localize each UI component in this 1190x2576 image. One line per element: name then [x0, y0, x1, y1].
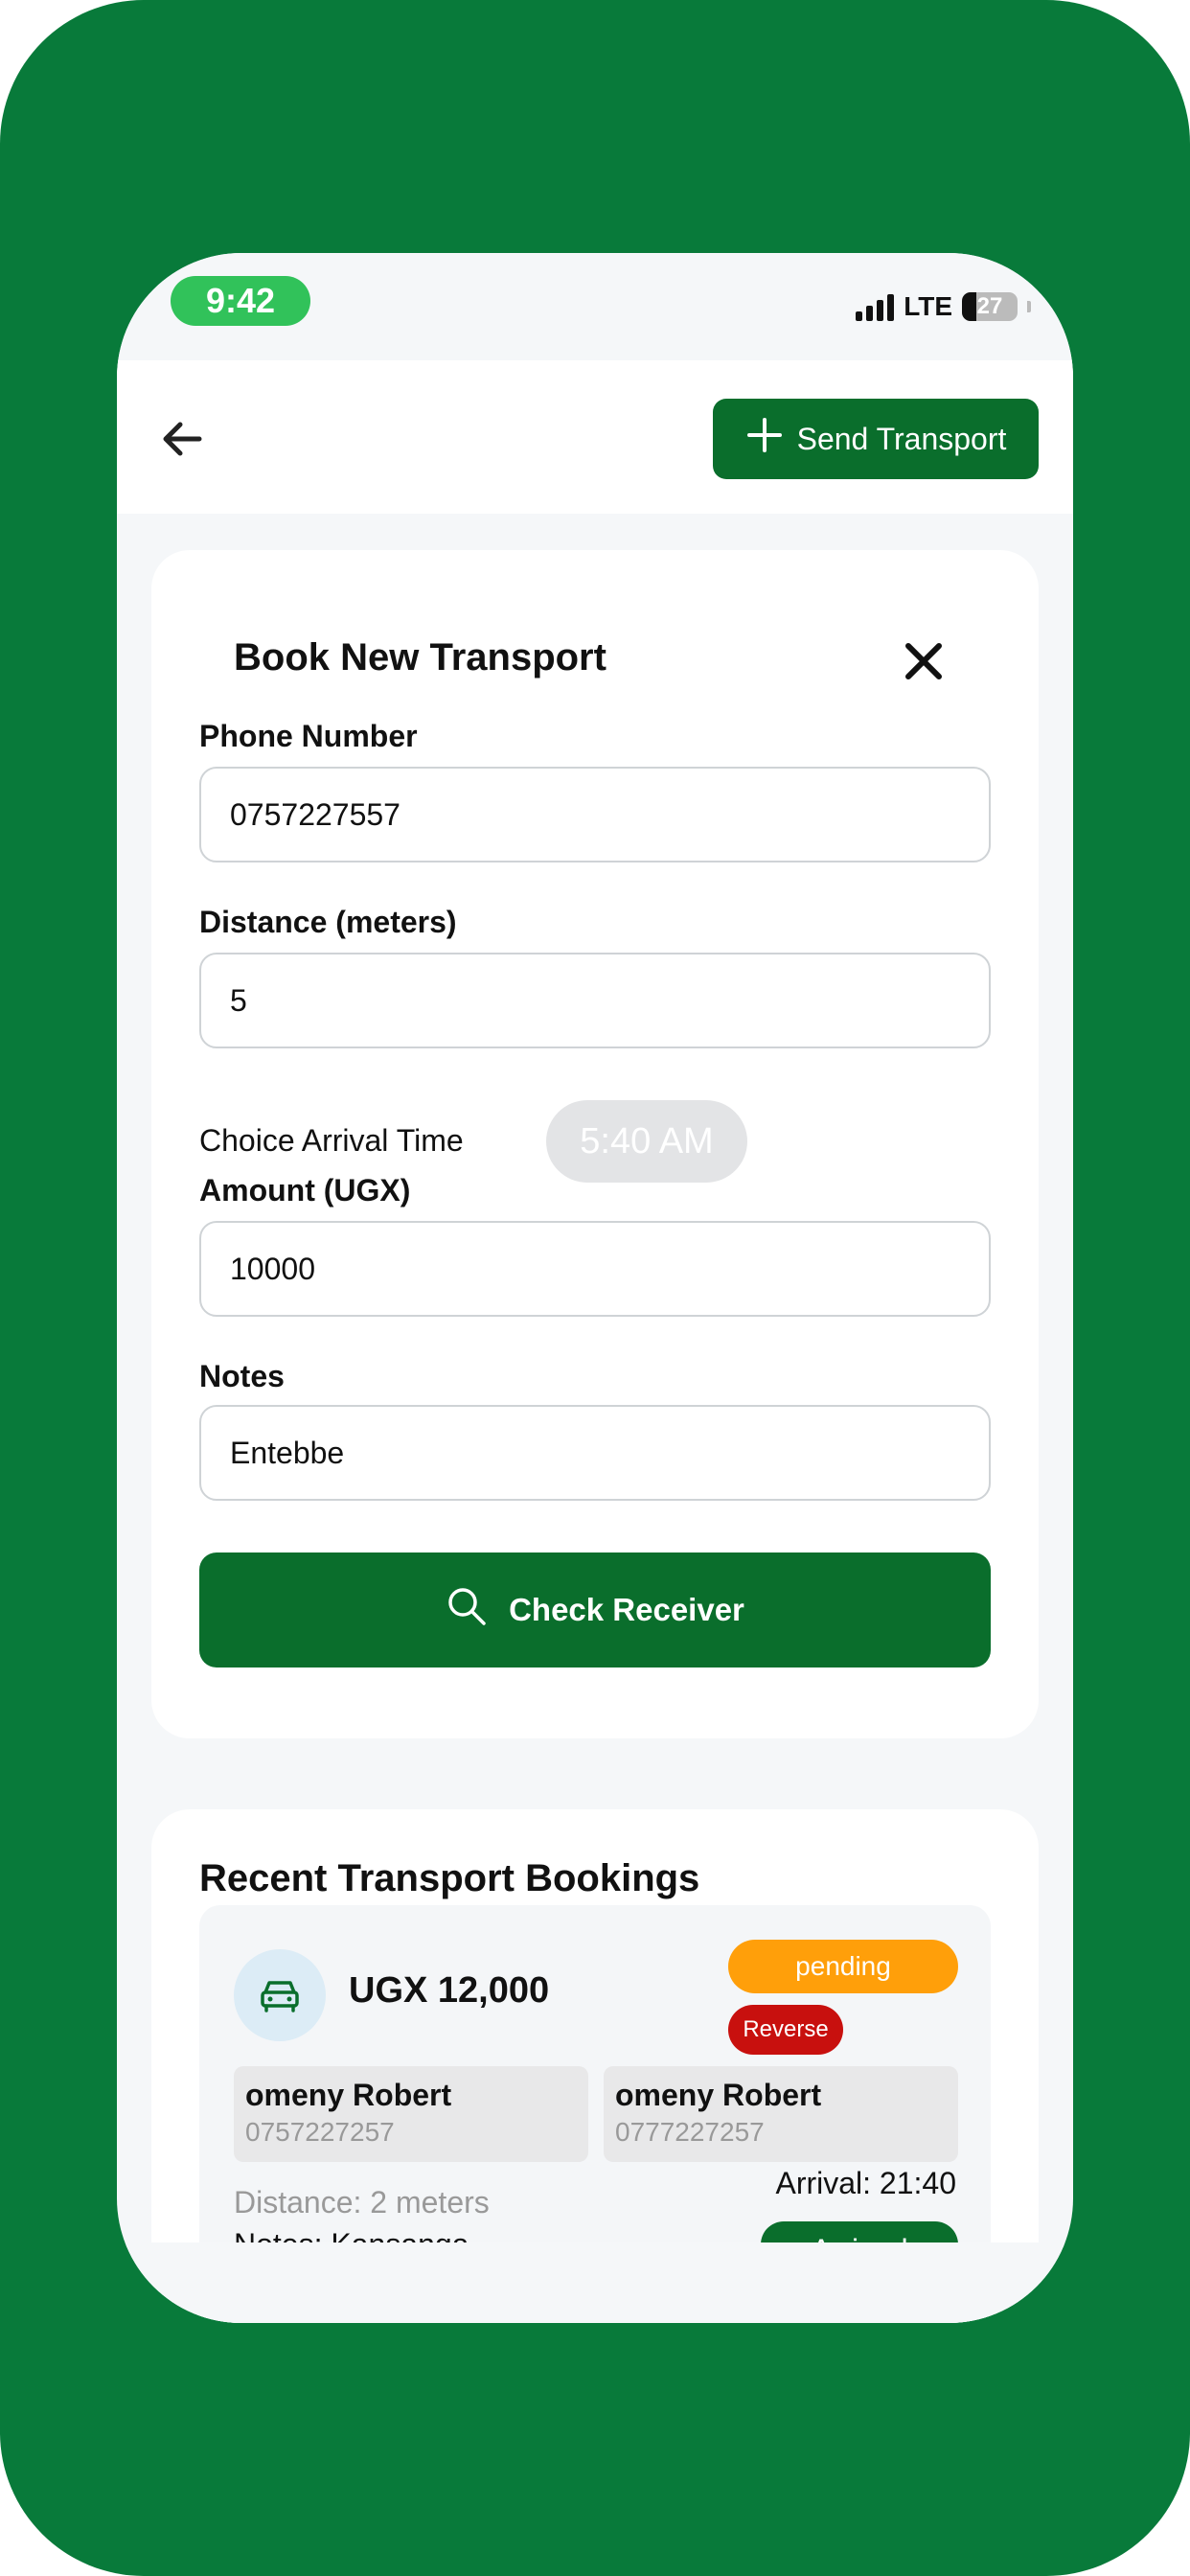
battery-level: 27: [976, 293, 1003, 319]
arrival-time-label: Choice Arrival Time: [199, 1123, 464, 1158]
receiver-name: omeny Robert: [615, 2078, 822, 2112]
check-receiver-label: Check Receiver: [509, 1592, 744, 1627]
distance-label: Distance (meters): [199, 905, 457, 939]
bottom-safe-area: [117, 2242, 1073, 2323]
status-badge: pending: [728, 1940, 958, 1993]
background-frame: 9:42 LTE 27 Send Transport Book New Tran…: [0, 0, 1190, 2576]
booking-amount: UGX 12,000: [349, 1970, 550, 2011]
sender-phone: 0757227257: [245, 2117, 395, 2147]
notes-input[interactable]: Entebbe: [199, 1405, 991, 1501]
signal-icon: [856, 292, 895, 321]
sender-name: omeny Robert: [245, 2078, 452, 2112]
phone-number-label: Phone Number: [199, 719, 418, 753]
status-time: 9:42: [171, 276, 310, 326]
distance-input[interactable]: 5: [199, 953, 991, 1048]
search-icon: [446, 1585, 488, 1635]
arrival-time-picker[interactable]: 5:40 AM: [546, 1100, 747, 1183]
close-icon[interactable]: [901, 638, 947, 684]
booking-distance: Distance: 2 meters: [234, 2185, 490, 2220]
status-indicators: LTE 27: [856, 291, 1031, 322]
receiver-info: omeny Robert 0777227257: [604, 2066, 958, 2162]
amount-input[interactable]: 10000: [199, 1221, 991, 1317]
battery-tip: [1027, 301, 1031, 312]
phone-number-input[interactable]: 0757227557: [199, 767, 991, 862]
network-label: LTE: [904, 291, 952, 321]
booking-arrival: Arrival: 21:40: [775, 2166, 956, 2200]
battery-icon: 27: [962, 292, 1018, 321]
phone-screen: 9:42 LTE 27 Send Transport Book New Tran…: [117, 253, 1073, 2323]
type-badge: Reverse: [728, 2005, 843, 2055]
receiver-phone: 0777227257: [615, 2117, 765, 2147]
check-receiver-button[interactable]: Check Receiver: [199, 1552, 991, 1668]
header: Send Transport: [117, 360, 1073, 514]
car-icon: [234, 1949, 326, 2041]
back-arrow-icon[interactable]: [155, 412, 209, 466]
form-title: Book New Transport: [234, 636, 606, 678]
sender-info: omeny Robert 0757227257: [234, 2066, 588, 2162]
book-transport-form: Book New Transport Phone Number 07572275…: [151, 550, 1039, 1738]
status-bar: 9:42 LTE 27: [117, 253, 1073, 360]
send-transport-label: Send Transport: [796, 421, 1007, 456]
send-transport-button[interactable]: Send Transport: [713, 399, 1039, 479]
recent-bookings-title: Recent Transport Bookings: [199, 1857, 700, 1899]
amount-label: Amount (UGX): [199, 1173, 411, 1208]
plus-icon: [745, 416, 784, 462]
notes-label: Notes: [199, 1359, 285, 1393]
